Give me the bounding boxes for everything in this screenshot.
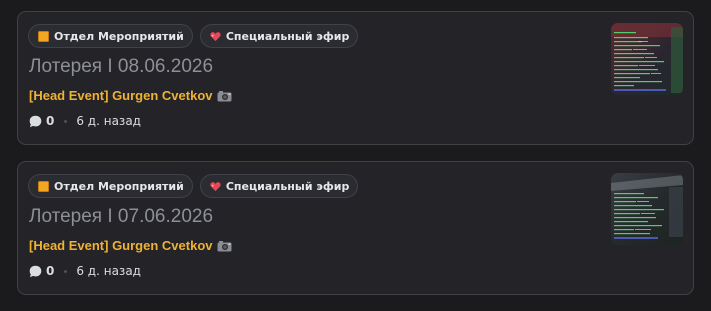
tag-special-broadcast[interactable]: Специальный эфир (199, 24, 359, 48)
tag-label: Отдел Мероприятий (54, 29, 184, 43)
tag-label: Специальный эфир (225, 179, 350, 193)
separator-dot (64, 119, 68, 123)
post-author[interactable]: [Head Event] Gurgen Cvetkov (29, 88, 232, 103)
forum-post-card[interactable]: Отдел Мероприятий Специальный эфир Лотер… (17, 161, 694, 295)
post-tags: Отдел Мероприятий Специальный эфир (28, 24, 359, 48)
comment-icon (29, 115, 42, 128)
comment-icon (29, 265, 42, 278)
forum-post-card[interactable]: Отдел Мероприятий Специальный эфир Лотер… (17, 11, 694, 145)
tag-label: Отдел Мероприятий (54, 179, 184, 193)
tag-events-department[interactable]: Отдел Мероприятий (28, 174, 193, 198)
post-age: 6 д. назад (76, 264, 141, 278)
separator-dot (64, 269, 68, 273)
post-meta: 0 6 д. назад (29, 264, 141, 278)
author-name: [Head Event] Gurgen Cvetkov (29, 88, 213, 103)
author-name: [Head Event] Gurgen Cvetkov (29, 238, 213, 253)
tag-label: Специальный эфир (225, 29, 350, 43)
folder-icon (38, 180, 49, 192)
camera-icon (217, 240, 232, 252)
comment-count: 0 (46, 114, 55, 128)
forum-post-list: Отдел Мероприятий Специальный эфир Лотер… (0, 0, 711, 311)
post-title[interactable]: Лотерея I 08.06.2026 (29, 56, 213, 78)
post-title[interactable]: Лотерея I 07.06.2026 (29, 206, 213, 228)
comment-count: 0 (46, 264, 55, 278)
terminal-screenshot-thumbnail[interactable] (611, 23, 683, 95)
terminal-screenshot-thumbnail[interactable] (611, 173, 683, 245)
folder-icon (38, 30, 49, 42)
sparkling-heart-icon (210, 181, 221, 192)
sparkling-heart-icon (210, 31, 221, 42)
camera-icon (217, 90, 232, 102)
post-meta: 0 6 д. назад (29, 114, 141, 128)
post-age: 6 д. назад (76, 114, 141, 128)
post-author[interactable]: [Head Event] Gurgen Cvetkov (29, 238, 232, 253)
post-tags: Отдел Мероприятий Специальный эфир (28, 174, 359, 198)
tag-events-department[interactable]: Отдел Мероприятий (28, 24, 193, 48)
tag-special-broadcast[interactable]: Специальный эфир (199, 174, 359, 198)
